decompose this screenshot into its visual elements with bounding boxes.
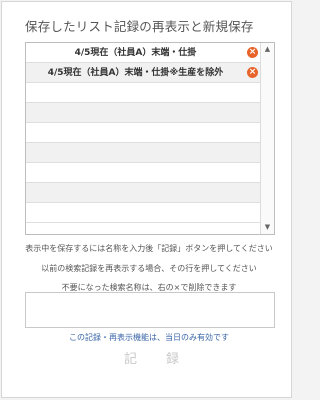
delete-icon[interactable]: × xyxy=(247,47,258,58)
saved-list-item-label: 4/5現在（社員A）末端・仕掛※生産を除外 xyxy=(47,68,224,78)
empty-list-row xyxy=(26,83,261,103)
save-button[interactable]: 記 録 xyxy=(107,348,197,372)
scroll-up-icon[interactable]: ▲ xyxy=(261,43,274,56)
empty-list-row xyxy=(26,103,261,123)
dialog-title: 保存したリスト記録の再表示と新規保存 xyxy=(25,19,254,34)
saved-list-item[interactable]: 4/5現在（社員A）末端・仕掛 × xyxy=(26,43,261,63)
scroll-down-icon[interactable]: ▼ xyxy=(261,221,274,234)
empty-list-row xyxy=(26,163,261,183)
delete-icon[interactable]: × xyxy=(247,67,258,78)
saved-list-item-label: 4/5現在（社員A）末端・仕掛 xyxy=(74,48,197,58)
empty-list-row xyxy=(26,183,261,203)
saved-list: 4/5現在（社員A）末端・仕掛 × 4/5現在（社員A）末端・仕掛※生産を除外 × ▲… xyxy=(25,42,275,235)
instruction-line-1: 表示中を保存するには名称を入力後「記録」ボタンを押してください xyxy=(25,244,273,253)
saved-list-rows: 4/5現在（社員A）末端・仕掛 × 4/5現在（社員A）末端・仕掛※生産を除外 × xyxy=(26,43,261,234)
saved-list-item[interactable]: 4/5現在（社員A）末端・仕掛※生産を除外 × xyxy=(26,63,261,83)
dialog-frame: 保存したリスト記録の再表示と新規保存 4/5現在（社員A）末端・仕掛 × 4/5現在… xyxy=(1,1,292,398)
validity-note: この記録・再表示機能は、当日のみ有効です xyxy=(69,333,229,342)
scrollbar[interactable]: ▲ ▼ xyxy=(260,43,274,234)
empty-list-row xyxy=(26,143,261,163)
empty-list-row xyxy=(26,203,261,223)
instruction-line-2: 以前の検索記録を再表示する場合、その行を押してください xyxy=(41,264,257,273)
name-input[interactable] xyxy=(25,292,275,328)
empty-list-row xyxy=(26,123,261,143)
